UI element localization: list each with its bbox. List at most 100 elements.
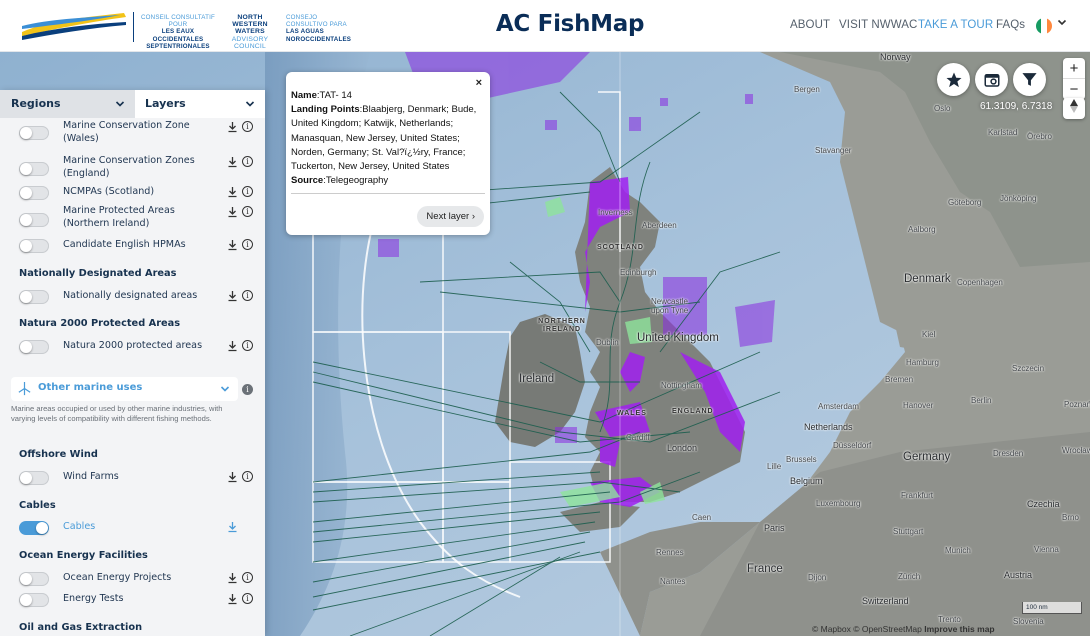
label-lille: Lille [767, 462, 782, 471]
info-icon[interactable]: i [242, 384, 253, 395]
label-orebro: Örebro [1027, 132, 1052, 141]
feature-popup: × Name:TAT- 14 Landing Points:Blaabjerg,… [286, 72, 490, 235]
label-dublin: Dublin [596, 338, 619, 347]
tab-layers[interactable]: Layers [135, 90, 265, 118]
layer-label: NCMPAs (Scotland) [63, 186, 155, 197]
compass-button[interactable] [1063, 98, 1085, 119]
label-luxembourg: Luxembourg [816, 499, 861, 508]
info-icon[interactable]: i [242, 121, 253, 132]
layer-toggle[interactable] [19, 126, 49, 140]
section-other-marine-uses[interactable]: Other marine uses [11, 377, 238, 401]
info-icon[interactable]: i [242, 290, 253, 301]
map-attribution: © Mapbox © OpenStreetMap Improve this ma… [812, 624, 995, 634]
app-title: AC FishMap [495, 11, 645, 37]
zoom-in-button[interactable]: + [1063, 58, 1085, 79]
zoom-out-button[interactable]: − [1063, 79, 1085, 100]
label-czechia: Czechia [1027, 499, 1060, 509]
label-ireland: Ireland [519, 373, 555, 385]
popup-source-label: Source [291, 175, 324, 187]
label-frankfurt: Frankfurt [901, 491, 934, 500]
download-icon[interactable] [227, 121, 238, 133]
group-title-ocean-energy: Ocean Energy Facilities [19, 550, 148, 561]
layer-toggle[interactable] [19, 186, 49, 200]
nav-faqs[interactable]: FAQs [996, 19, 1025, 31]
layer-label: Ocean Energy Projects [63, 572, 172, 583]
layer-label: Marine Conservation Zones (England) [63, 155, 195, 179]
layer-toggle[interactable] [19, 290, 49, 304]
popup-source: Source:Telegeography [291, 174, 485, 188]
label-zurich: Zürich [898, 572, 921, 581]
org-fr-line2: les Eaux Occidentales [152, 28, 204, 43]
label-goteborg: Göteborg [948, 198, 982, 207]
bookmark-button[interactable] [937, 63, 970, 96]
layer-toggle[interactable] [19, 593, 49, 607]
layer-toggle[interactable] [19, 572, 49, 586]
layer-label: Cables [63, 521, 96, 532]
label-united-kingdom: United Kingdom [637, 332, 719, 344]
download-icon[interactable] [227, 340, 238, 352]
layer-toggle[interactable] [19, 162, 49, 176]
download-icon[interactable] [227, 521, 238, 533]
download-icon[interactable] [227, 206, 238, 218]
info-icon[interactable]: i [242, 156, 253, 167]
ireland-flag-icon[interactable] [1036, 18, 1052, 34]
label-copenhagen: Copenhagen [957, 278, 1003, 287]
nwwac-logo[interactable] [20, 10, 130, 42]
label-austria: Austria [1004, 570, 1033, 580]
info-icon[interactable]: i [242, 593, 253, 604]
info-icon[interactable]: i [242, 340, 253, 351]
label-kiel: Kiel [922, 330, 936, 339]
download-icon[interactable] [227, 239, 238, 251]
compass-icon [1070, 99, 1078, 113]
layer-label: Natura 2000 protected areas [63, 340, 203, 351]
layer-label: Marine Conservation Zone (Wales) [63, 120, 190, 144]
label-edinburgh: Edinburgh [620, 268, 657, 277]
nav-visit-nwwac[interactable]: VISIT NWWAC [839, 19, 917, 31]
star-icon [946, 72, 961, 87]
group-title-oil-gas: Oil and Gas Extraction [19, 622, 143, 633]
close-icon[interactable]: × [476, 76, 482, 90]
filter-button[interactable] [1013, 63, 1046, 96]
label-northern-ireland: NORTHERN IRELAND [538, 318, 586, 333]
screenshot-button[interactable] [975, 63, 1008, 96]
download-icon[interactable] [227, 471, 238, 483]
info-icon[interactable]: i [242, 239, 253, 250]
download-icon[interactable] [227, 572, 238, 584]
org-es-line3: Noroccidentales [286, 35, 352, 43]
info-icon[interactable]: i [242, 186, 253, 197]
info-icon[interactable]: i [242, 572, 253, 583]
label-aalborg: Aalborg [908, 225, 936, 234]
layer-toggle[interactable] [19, 471, 49, 485]
label-paris: Paris [764, 523, 785, 533]
layer-toggle[interactable] [19, 213, 49, 227]
next-layer-button[interactable]: Next layer › [417, 206, 484, 227]
chevron-down-icon [220, 382, 230, 399]
org-es-line1: Consejo Consultivo para [286, 14, 347, 29]
label-nottingham: Nottingham [661, 381, 702, 390]
popup-landing-points: Landing Points:Blaabjerg, Denmark; Bude,… [291, 103, 485, 174]
info-icon[interactable]: i [242, 206, 253, 217]
label-szczecin: Szczecin [1012, 364, 1045, 373]
attribution-text[interactable]: © Mapbox © OpenStreetMap [812, 624, 922, 634]
label-bergen: Bergen [794, 85, 820, 94]
label-dusseldorf: Düsseldorf [833, 441, 872, 450]
layer-toggle[interactable] [19, 239, 49, 253]
layer-toggle[interactable] [19, 340, 49, 354]
improve-map-link[interactable]: Improve this map [924, 624, 994, 634]
info-icon[interactable]: i [242, 471, 253, 482]
nav-take-a-tour[interactable]: TAKE A TOUR [918, 19, 993, 31]
nav-about[interactable]: ABOUT [790, 19, 830, 31]
tab-regions[interactable]: Regions [0, 90, 135, 118]
label-dijon: Dijon [808, 573, 827, 582]
label-poznan: Poznań [1064, 400, 1090, 409]
download-icon[interactable] [227, 290, 238, 302]
download-icon[interactable] [227, 156, 238, 168]
layer-toggle[interactable] [19, 521, 49, 535]
wind-turbine-icon [18, 381, 31, 396]
filter-icon [1022, 73, 1037, 86]
download-icon[interactable] [227, 186, 238, 198]
download-icon[interactable] [227, 593, 238, 605]
chevron-down-icon[interactable] [1057, 17, 1067, 30]
label-switzerland: Switzerland [862, 596, 909, 606]
label-karlstad: Karlstad [988, 128, 1018, 137]
